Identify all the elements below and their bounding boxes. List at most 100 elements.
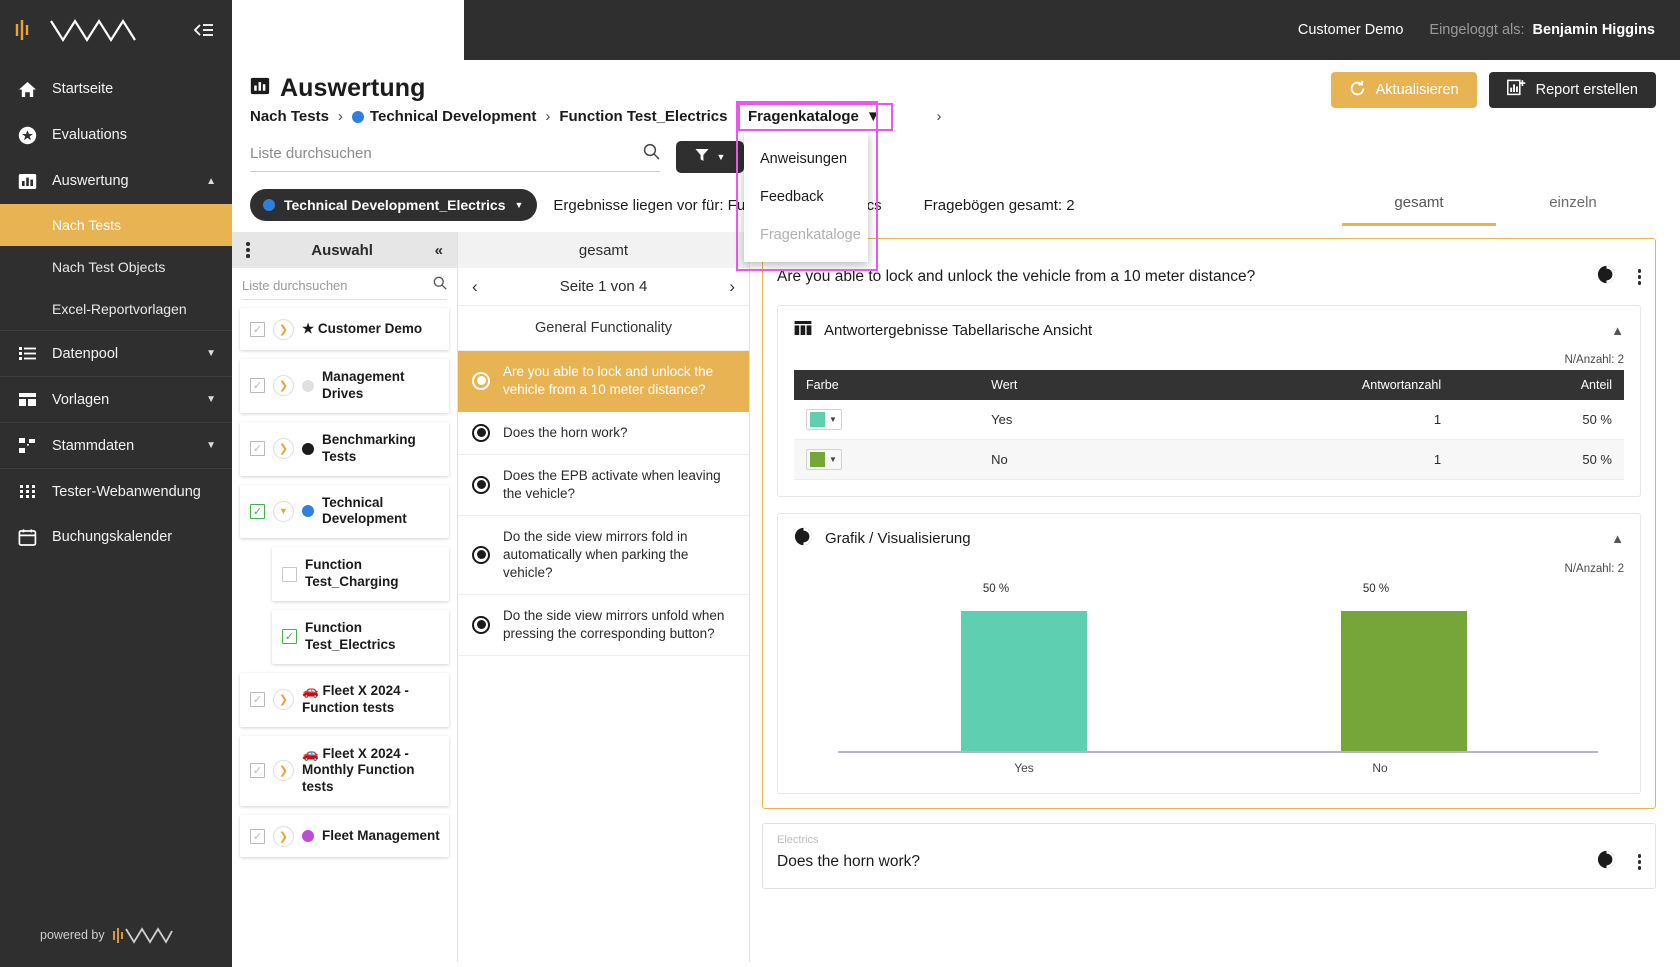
checkbox-checked[interactable]: ✓ [250,503,265,519]
question-item-3[interactable]: Do the side view mirrors fold in automat… [458,516,749,595]
breadcrumb-item-0[interactable]: Nach Tests [250,108,329,125]
chevron-right-icon[interactable]: ❯ [273,760,294,782]
dropdown-option-anweisungen[interactable]: Anweisungen [744,140,868,178]
sidebar-item-tester-webanwendung[interactable]: Tester-Webanwendung [0,468,232,514]
selection-search[interactable] [242,276,447,300]
sidebar-item-stammdaten[interactable]: Stammdaten ▼ [0,422,232,468]
topbar-org[interactable]: Customer Demo [1298,22,1404,38]
bar-1[interactable] [1341,611,1467,753]
chevron-right-icon[interactable]: › [729,277,735,297]
checkbox-indeterminate[interactable]: ✓ [250,441,265,457]
breadcrumb-item-2[interactable]: Function Test_Electrics [559,108,727,125]
checkbox-indeterminate[interactable]: ✓ [250,692,265,708]
topbar-username[interactable]: Benjamin Higgins [1533,22,1655,38]
chevron-right-icon[interactable]: ❯ [273,375,294,397]
tree-node[interactable]: ✓ ❯ ★ Customer Demo [240,308,449,350]
checkbox-checked[interactable]: ✓ [282,629,297,645]
checkbox-indeterminate[interactable]: ✓ [250,378,265,394]
sidebar-item-excel-reportvorlagen[interactable]: Excel-Reportvorlagen [0,288,232,330]
question-pager: ‹ Seite 1 von 4 › [458,268,749,306]
checkbox-empty[interactable] [282,566,297,582]
sidebar-item-datenpool[interactable]: Datenpool ▼ [0,330,232,376]
checkbox-indeterminate[interactable]: ✓ [250,763,265,779]
chevron-right-icon[interactable]: ❯ [273,825,294,847]
list-search[interactable] [250,143,660,172]
fragenkataloge-dropdown-label: Fragenkataloge [748,108,859,125]
fragenkataloge-dropdown-trigger[interactable]: Fragenkataloge ▼ [738,103,893,131]
dropdown-option-feedback[interactable]: Feedback [744,178,868,216]
breadcrumb-label: Technical Development [369,108,537,125]
tab-label: gesamt [1394,194,1444,211]
table-panel-header[interactable]: Antwortergebnisse Tabellarische Ansicht … [778,306,1640,354]
sidebar-item-label: Auswertung [52,173,129,189]
kebab-menu-icon[interactable] [1637,269,1641,285]
tree-node-label: Technical Development [322,494,407,527]
bar-0[interactable] [961,611,1087,753]
refresh-button[interactable]: Aktualisieren [1330,72,1477,108]
tree-node[interactable]: ✓ ❯ Fleet Management [240,815,449,858]
checkbox-indeterminate[interactable]: ✓ [250,321,265,337]
kebab-menu-icon[interactable] [246,242,250,258]
scope-pill[interactable]: Technical Development_Electrics ▼ [250,189,538,221]
chevron-up-icon[interactable]: ▲ [1611,531,1624,546]
search-input[interactable] [250,145,643,162]
sidebar-item-buchungskalender[interactable]: Buchungskalender [0,514,232,560]
chart-panel-header[interactable]: Grafik / Visualisierung ▲ [778,514,1640,563]
tab-einzeln[interactable]: einzeln [1496,194,1650,226]
filter-icon [695,148,709,167]
chevron-up-icon[interactable]: ▲ [1611,323,1624,338]
sidebar-item-label: Buchungskalender [52,529,173,545]
search-icon[interactable] [433,276,447,295]
checkbox-indeterminate[interactable]: ✓ [250,828,265,844]
pie-chart-icon[interactable] [1597,265,1616,289]
question-item-4[interactable]: Do the side view mirrors unfold when pre… [458,595,749,656]
question-item-1[interactable]: Does the horn work? [458,412,749,455]
tree-node[interactable]: ✓ ▼ Technical Development [240,484,449,539]
collapse-sidebar-icon[interactable] [192,21,214,39]
breadcrumb-item-1[interactable]: Technical Development [351,108,537,125]
dropdown-option-label: Feedback [760,189,824,205]
result-card-0: Electrics Are you able to lock and unloc… [762,238,1656,809]
tree-node-label: 🚗 Fleet X 2024 - Monthly Function tests [302,745,415,795]
result-card-header: Are you able to lock and unlock the vehi… [777,265,1641,289]
create-report-button[interactable]: Report erstellen [1488,72,1656,108]
color-swatch-picker[interactable]: ▼ [806,449,842,470]
chevron-right-icon[interactable]: ❯ [273,318,294,340]
brand-logo[interactable] [14,10,141,50]
question-label: Are you able to lock and unlock the vehi… [503,364,714,397]
home-icon [16,80,38,99]
table-panel-title: Antwortergebnisse Tabellarische Ansicht [824,321,1093,339]
question-group-title: General Functionality [458,306,749,351]
sidebar-item-startseite[interactable]: Startseite [0,66,232,112]
chevron-left-icon[interactable]: ‹ [472,277,478,297]
tree-node[interactable]: ✓ ❯ Management Drives [240,359,449,413]
pie-chart-icon[interactable] [1597,850,1616,874]
search-icon[interactable] [643,143,660,165]
question-item-0[interactable]: Are you able to lock and unlock the vehi… [458,351,749,412]
question-item-2[interactable]: Does the EPB activate when leaving the v… [458,455,749,516]
sidebar-item-auswertung[interactable]: Auswertung ▲ [0,158,232,204]
color-swatch-picker[interactable]: ▼ [806,409,842,430]
double-chevron-left-icon[interactable]: « [435,242,443,259]
selection-search-input[interactable] [242,278,433,293]
sidebar-subitem-label: Nach Tests [52,217,121,233]
tree-node[interactable]: ✓ ❯ Benchmarking Tests [240,421,449,476]
sidebar-item-evaluations[interactable]: Evaluations [0,112,232,158]
pager-text: Seite 1 von 4 [559,278,648,295]
chevron-down-icon: ▼ [514,200,524,210]
tree-node[interactable]: ✓ Function Test_Electrics [272,610,449,664]
sidebar-item-vorlagen[interactable]: Vorlagen ▼ [0,376,232,422]
chevron-down-icon[interactable]: ▼ [273,500,294,522]
tree-node-label: Management Drives [322,369,405,401]
tree-node[interactable]: Function Test_Charging [272,547,449,601]
filter-button[interactable]: ▼ [676,141,744,173]
tree-node[interactable]: ✓ ❯ 🚗 Fleet X 2024 - Function tests [240,672,449,727]
kebab-menu-icon[interactable] [1637,854,1641,870]
chevron-down-icon: ▼ [829,415,837,424]
tab-gesamt[interactable]: gesamt [1342,194,1496,226]
sidebar-item-nach-tests[interactable]: Nach Tests [0,204,232,246]
tree-node[interactable]: ✓ ❯ 🚗 Fleet X 2024 - Monthly Function te… [240,735,449,807]
chevron-right-icon[interactable]: ❯ [273,689,294,711]
sidebar-item-nach-test-objects[interactable]: Nach Test Objects [0,246,232,288]
chevron-right-icon[interactable]: ❯ [273,438,294,460]
